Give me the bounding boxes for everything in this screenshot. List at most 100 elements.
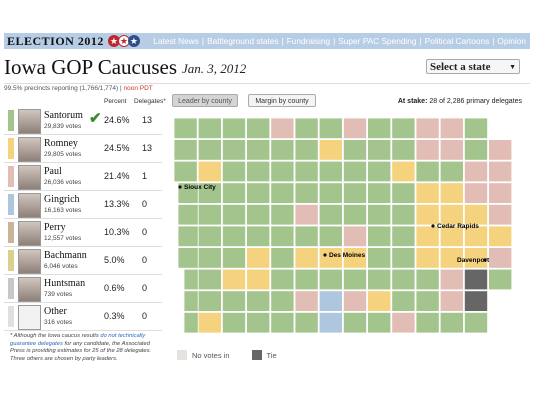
county[interactable] xyxy=(318,117,343,140)
candidate-row-romney[interactable]: Romney 29,805 votes 24.5% 13 xyxy=(4,135,162,163)
county[interactable] xyxy=(342,182,367,204)
county[interactable] xyxy=(318,204,343,226)
county[interactable] xyxy=(415,204,440,226)
county[interactable] xyxy=(488,268,512,291)
county[interactable] xyxy=(439,290,464,312)
county[interactable] xyxy=(391,160,416,183)
county[interactable] xyxy=(415,268,440,291)
county[interactable] xyxy=(294,225,319,248)
county[interactable] xyxy=(222,247,247,269)
county[interactable] xyxy=(294,268,319,291)
nav-opinion[interactable]: Opinion xyxy=(497,36,526,46)
county[interactable] xyxy=(197,268,222,291)
county[interactable] xyxy=(177,225,202,248)
state-select[interactable]: Select a state ▼ xyxy=(426,59,520,74)
county[interactable] xyxy=(391,139,416,161)
county[interactable] xyxy=(222,117,247,140)
candidate-row-other[interactable]: Other 316 votes 0.3% 0 xyxy=(4,303,162,331)
county[interactable] xyxy=(391,182,416,204)
county[interactable] xyxy=(463,204,488,226)
county[interactable] xyxy=(463,268,488,291)
county[interactable] xyxy=(197,225,222,248)
county[interactable] xyxy=(318,225,343,248)
county[interactable] xyxy=(367,225,392,248)
county[interactable] xyxy=(294,139,319,161)
county[interactable] xyxy=(173,139,198,161)
county[interactable] xyxy=(294,117,319,140)
county[interactable] xyxy=(488,139,512,161)
county[interactable] xyxy=(488,160,512,183)
county[interactable] xyxy=(439,139,464,161)
county[interactable] xyxy=(294,311,319,334)
county[interactable] xyxy=(270,117,295,140)
county[interactable] xyxy=(391,268,416,291)
county[interactable] xyxy=(463,290,488,312)
county[interactable] xyxy=(463,139,488,161)
county[interactable] xyxy=(415,182,440,204)
county[interactable] xyxy=(246,247,271,269)
margin-by-county-button[interactable]: Margin by county xyxy=(248,94,316,107)
county[interactable] xyxy=(391,225,416,248)
county[interactable] xyxy=(318,290,343,312)
nav-fundraising[interactable]: Fundraising xyxy=(287,36,330,46)
county[interactable] xyxy=(415,311,440,334)
county[interactable] xyxy=(463,117,488,140)
county[interactable] xyxy=(222,311,247,334)
nav-latest-news[interactable]: Latest News xyxy=(153,36,199,46)
county[interactable] xyxy=(197,290,222,312)
candidate-row-huntsman[interactable]: Huntsman 739 votes 0.6% 0 xyxy=(4,275,162,303)
county[interactable] xyxy=(270,311,295,334)
county[interactable] xyxy=(488,204,512,226)
county[interactable] xyxy=(367,290,392,312)
county[interactable] xyxy=(270,225,295,248)
county[interactable] xyxy=(197,117,222,140)
county[interactable] xyxy=(197,204,222,226)
county[interactable] xyxy=(222,268,247,291)
candidate-row-paul[interactable]: Paul 26,036 votes 21.4% 1 xyxy=(4,163,162,191)
county[interactable] xyxy=(342,225,367,248)
county[interactable] xyxy=(342,204,367,226)
county[interactable] xyxy=(246,160,271,183)
county[interactable] xyxy=(270,160,295,183)
county[interactable] xyxy=(342,290,367,312)
county[interactable] xyxy=(197,160,222,183)
county[interactable] xyxy=(246,290,271,312)
candidate-row-bachmann[interactable]: Bachmann 6,046 votes 5.0% 0 xyxy=(4,247,162,275)
county[interactable] xyxy=(318,139,343,161)
county[interactable] xyxy=(318,311,343,334)
county[interactable] xyxy=(342,268,367,291)
county-map[interactable]: Sioux City Cedar Rapids Des Moines Daven… xyxy=(172,116,512,346)
county[interactable] xyxy=(197,139,222,161)
county[interactable] xyxy=(246,117,271,140)
county[interactable] xyxy=(391,117,416,140)
county[interactable] xyxy=(318,268,343,291)
county[interactable] xyxy=(270,268,295,291)
county[interactable] xyxy=(367,139,392,161)
county[interactable] xyxy=(439,311,464,334)
county[interactable] xyxy=(222,182,247,204)
nav-battleground[interactable]: Battleground states xyxy=(207,36,279,46)
county[interactable] xyxy=(391,290,416,312)
county[interactable] xyxy=(246,268,271,291)
county[interactable] xyxy=(342,160,367,183)
county[interactable] xyxy=(197,247,222,269)
county[interactable] xyxy=(415,160,440,183)
county[interactable] xyxy=(391,247,416,269)
county[interactable] xyxy=(367,117,392,140)
nav-cartoons[interactable]: Political Cartoons xyxy=(425,36,490,46)
county[interactable] xyxy=(391,204,416,226)
county[interactable] xyxy=(463,182,488,204)
county[interactable] xyxy=(177,247,202,269)
county[interactable] xyxy=(415,139,440,161)
county[interactable] xyxy=(222,225,247,248)
leader-by-county-button[interactable]: Leader by county xyxy=(172,94,238,107)
county[interactable] xyxy=(342,139,367,161)
county[interactable] xyxy=(367,182,392,204)
county[interactable] xyxy=(415,247,440,269)
county[interactable] xyxy=(270,182,295,204)
county[interactable] xyxy=(367,204,392,226)
county[interactable] xyxy=(463,311,488,334)
county[interactable] xyxy=(415,225,440,248)
county[interactable] xyxy=(367,160,392,183)
county[interactable] xyxy=(177,204,202,226)
